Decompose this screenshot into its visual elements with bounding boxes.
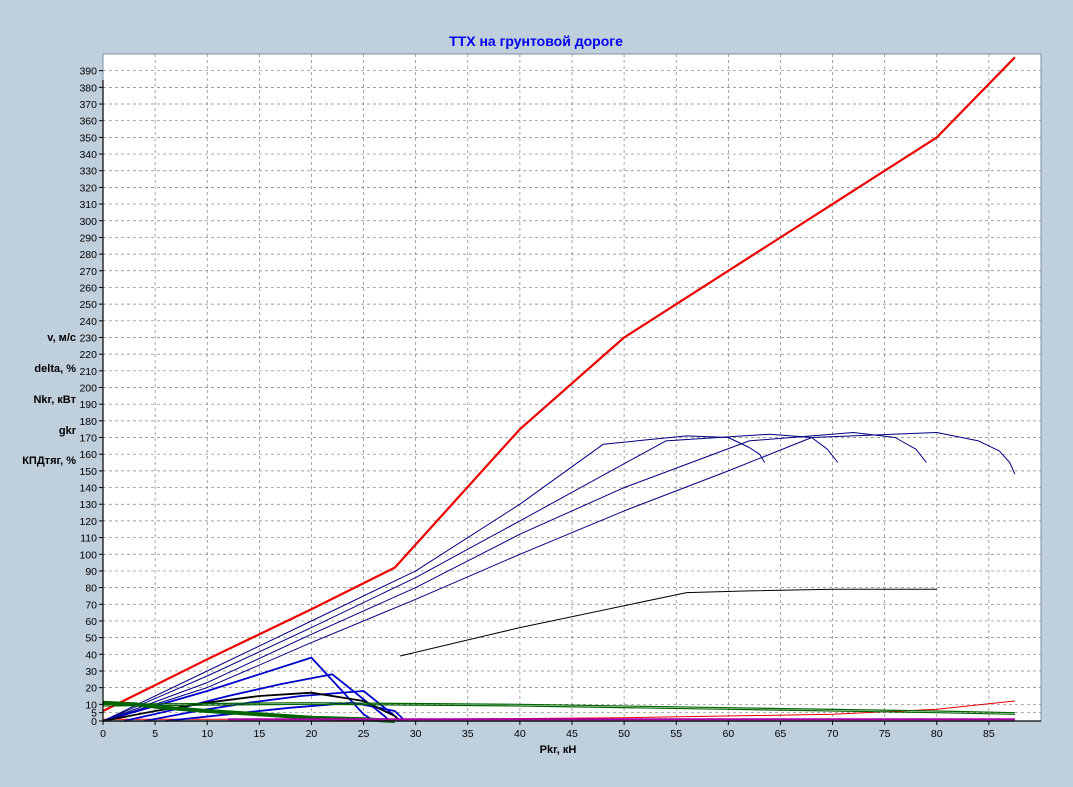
x-tick-label: 35	[462, 728, 474, 740]
y-tick-label: 300	[79, 216, 97, 228]
y-tick-label: 270	[79, 266, 97, 278]
y-tick-label: 370	[79, 99, 97, 111]
x-tick-label: 50	[618, 728, 630, 740]
x-tick-label: 30	[410, 728, 422, 740]
y-tick-label: 140	[79, 483, 97, 495]
x-tick-label: 0	[100, 728, 106, 740]
y-tick-label: 250	[79, 299, 97, 311]
y-tick-label: 240	[79, 316, 97, 328]
y-tick-label: 80	[85, 583, 97, 595]
y-tick-label: 190	[79, 399, 97, 411]
chart-window: 0 5 10 15 20 25 30 35 40 45 50 55 60 65 70 75 80 85 0 5 10 20…	[0, 0, 1073, 787]
y-tick-label: 360	[79, 116, 97, 128]
y-tick-label: 260	[79, 282, 97, 294]
x-tick-label: 80	[931, 728, 943, 740]
y-tick-label: 230	[79, 332, 97, 344]
chart-svg: 0 5 10 15 20 25 30 35 40 45 50 55 60 65 70 75 80 85051020…	[22, 33, 1042, 756]
y-tick-label: 150	[79, 466, 97, 478]
x-tick-label: 55	[670, 728, 682, 740]
y-axis-label: КПДтяг, %	[22, 455, 76, 467]
y-tick-label: 210	[79, 366, 97, 378]
y-tick-label: 340	[79, 149, 97, 161]
x-tick-label: 15	[253, 728, 265, 740]
y-tick-label: 100	[79, 549, 97, 561]
x-axis-label: Pkr, кН	[540, 744, 577, 756]
y-axis-label: v, м/с	[47, 332, 76, 344]
y-tick-label: 280	[79, 249, 97, 261]
y-tick-label: 180	[79, 416, 97, 428]
y-tick-label: 40	[85, 649, 97, 661]
x-tick-label: 60	[722, 728, 734, 740]
y-tick-label: 310	[79, 199, 97, 211]
y-tick-label: 130	[79, 499, 97, 511]
y-tick-label: 290	[79, 232, 97, 244]
y-tick-label: 110	[80, 533, 97, 545]
x-tick-label: 40	[514, 728, 526, 740]
x-tick-label: 5	[152, 728, 158, 740]
x-tick-label: 75	[879, 728, 891, 740]
y-tick-label: 60	[85, 616, 97, 628]
y-tick-label: 90	[85, 566, 97, 578]
y-tick-label: 200	[79, 383, 97, 395]
y-tick-label: 20	[85, 683, 97, 695]
x-tick-label: 65	[775, 728, 787, 740]
y-axis-labels: v, м/с delta, % Nkr, кВт gkr КПДтяг, %	[22, 332, 76, 467]
x-tick-label: 20	[306, 728, 318, 740]
y-tick-label: 50	[85, 633, 97, 645]
y-tick-label: 30	[85, 666, 97, 678]
y-tick-label: 220	[79, 349, 97, 361]
y-axis-label: delta, %	[34, 363, 76, 375]
x-tick-label: 45	[566, 728, 578, 740]
y-tick-label: 10	[85, 699, 97, 711]
chart-title: ТТХ на грунтовой дороге	[449, 33, 623, 49]
x-tick-label: 70	[827, 728, 839, 740]
y-axis-label: Nkr, кВт	[33, 394, 76, 406]
y-tick-label: 170	[79, 433, 97, 445]
y-axis-label: gkr	[59, 425, 77, 437]
x-tick-label: 25	[358, 728, 370, 740]
y-tick-label: 70	[85, 599, 97, 611]
y-tick-label: 330	[79, 166, 97, 178]
y-tick-label: 160	[79, 449, 97, 461]
y-tick-label: 350	[79, 132, 97, 144]
x-tick-label: 10	[201, 728, 213, 740]
y-tick-label: 320	[79, 182, 97, 194]
y-tick-label: 380	[79, 82, 97, 94]
y-tick-label: 390	[79, 66, 97, 78]
y-tick-label: 120	[79, 516, 97, 528]
x-tick-label: 85	[983, 728, 995, 740]
